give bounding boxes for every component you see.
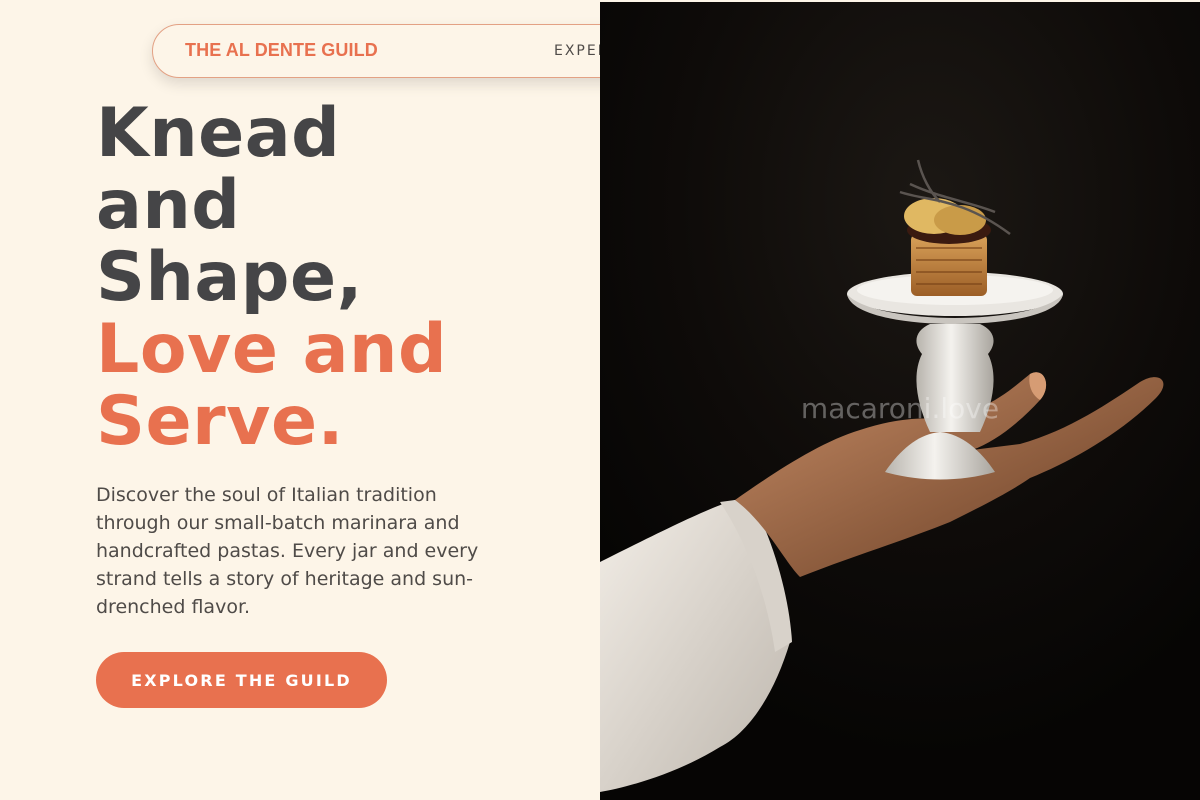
hero-description: Discover the soul of Italian tradition t…: [96, 484, 479, 618]
brand-logo-link[interactable]: THE AL DENTE GUILD: [185, 25, 378, 76]
hero-photo: macaroni.love: [600, 2, 1200, 800]
explore-the-guild-button[interactable]: EXPLORE THE GUILD: [96, 652, 387, 708]
watermark-text: macaroni.love: [800, 392, 1000, 425]
headline-line-1: Knead: [96, 94, 341, 173]
headline-line-3: Shape,: [96, 238, 363, 317]
headline-line-2: and: [96, 166, 241, 245]
page: THE AL DENTE GUILD EXPER Knead and Shape…: [0, 0, 1200, 800]
headline-accent-line-2: Serve.: [96, 382, 344, 461]
headline-accent-line-1: Love and: [96, 310, 448, 389]
hero-headline: Knead and Shape, Love and Serve.: [96, 98, 447, 458]
hero-section: Knead and Shape, Love and Serve. Discove…: [0, 0, 600, 800]
